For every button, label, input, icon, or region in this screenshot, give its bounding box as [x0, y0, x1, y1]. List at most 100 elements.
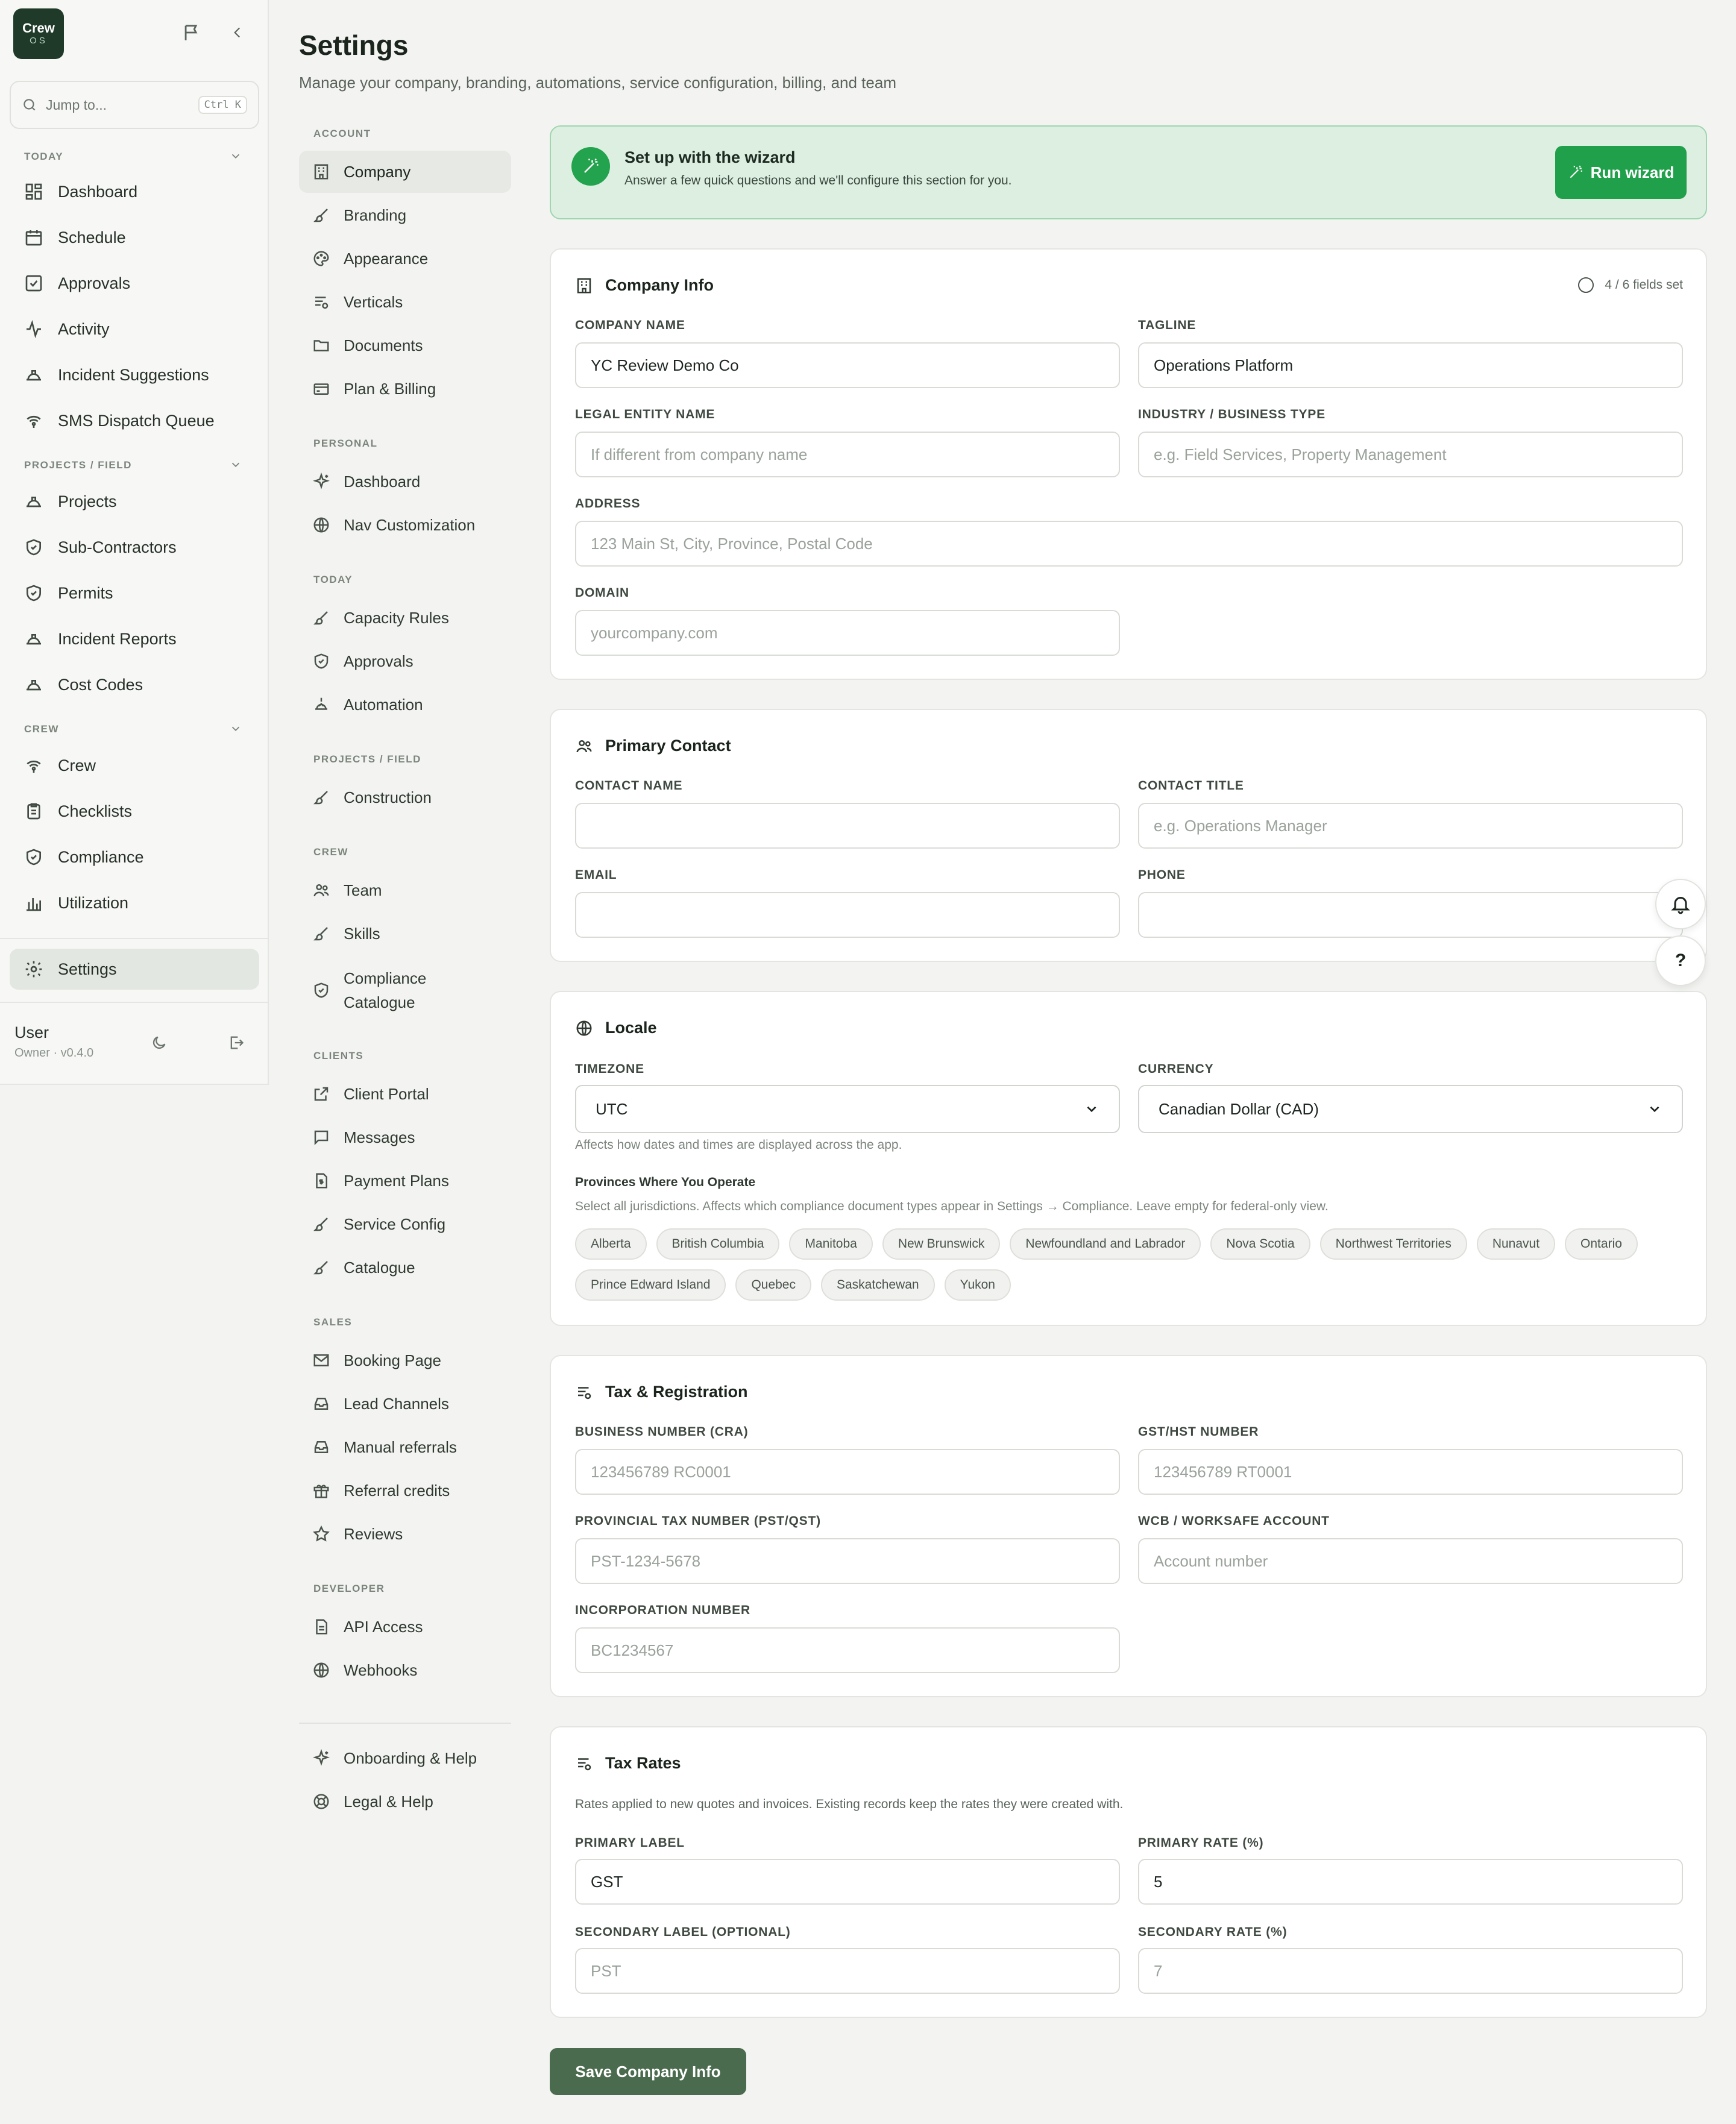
- settings-item-approvals[interactable]: Approvals: [299, 640, 511, 682]
- settings-item-lead-channels[interactable]: Lead Channels: [299, 1383, 511, 1425]
- sidebar-item-incident-suggestions[interactable]: Incident Suggestions: [10, 354, 259, 395]
- contact-name-input[interactable]: [575, 803, 1120, 849]
- settings-item-catalogue[interactable]: Catalogue: [299, 1246, 511, 1289]
- phone-field[interactable]: [1138, 892, 1683, 938]
- currency-select[interactable]: Canadian Dollar (CAD): [1138, 1085, 1683, 1133]
- settings-item-nav-customization[interactable]: Nav Customization: [299, 504, 511, 546]
- sidebar-item-approvals[interactable]: Approvals: [10, 263, 259, 304]
- app-logo[interactable]: Crew OS: [13, 8, 64, 59]
- save-company-info-button[interactable]: Save Company Info: [550, 2048, 746, 2095]
- contact-title-input[interactable]: [1138, 803, 1683, 849]
- province-chip-ontario[interactable]: Ontario: [1565, 1228, 1638, 1260]
- tagline-input[interactable]: [1138, 342, 1683, 388]
- province-chip-northwest-territories[interactable]: Northwest Territories: [1319, 1228, 1467, 1260]
- settings-item-webhooks[interactable]: Webhooks: [299, 1649, 511, 1691]
- settings-item-legal-help[interactable]: Legal & Help: [299, 1780, 511, 1823]
- timezone-select[interactable]: UTC: [575, 1085, 1120, 1133]
- secondary-label-input[interactable]: [575, 1948, 1120, 1994]
- province-chip-nova-scotia[interactable]: Nova Scotia: [1210, 1228, 1310, 1260]
- provincial-tax-input[interactable]: [575, 1538, 1120, 1584]
- sidebar-item-settings[interactable]: Settings: [10, 949, 259, 990]
- collapse-sidebar-chevron-left-icon[interactable]: [224, 19, 251, 46]
- sidebar-item-cost-codes[interactable]: Cost Codes: [10, 664, 259, 705]
- dark-mode-moon-icon[interactable]: [151, 1034, 168, 1051]
- jump-to-search[interactable]: Jump to... Ctrl K: [10, 81, 259, 129]
- legal-entity-input[interactable]: [575, 432, 1120, 477]
- settings-item-onboarding-help[interactable]: Onboarding & Help: [299, 1737, 511, 1779]
- province-chip-quebec[interactable]: Quebec: [735, 1269, 811, 1301]
- settings-item-booking-page[interactable]: Booking Page: [299, 1339, 511, 1381]
- province-chip-manitoba[interactable]: Manitoba: [789, 1228, 873, 1260]
- province-chip-new-brunswick[interactable]: New Brunswick: [882, 1228, 1001, 1260]
- address-label: ADDRESS: [575, 497, 641, 511]
- section-projects-chevron-down-icon[interactable]: [229, 458, 242, 471]
- settings-item-personal-dashboard[interactable]: Dashboard: [299, 460, 511, 503]
- settings-item-reviews[interactable]: Reviews: [299, 1513, 511, 1555]
- province-chip-yukon[interactable]: Yukon: [944, 1269, 1011, 1301]
- primary-rate-input[interactable]: [1138, 1859, 1683, 1905]
- settings-item-skills[interactable]: Skills: [299, 913, 511, 955]
- province-chip-prince-edward-island[interactable]: Prince Edward Island: [575, 1269, 726, 1301]
- settings-item-payment-plans[interactable]: Payment Plans: [299, 1160, 511, 1202]
- section-today-chevron-down-icon[interactable]: [229, 149, 242, 163]
- users-icon: [576, 740, 592, 752]
- address-input[interactable]: [575, 521, 1683, 567]
- sidebar-item-dashboard[interactable]: Dashboard: [10, 171, 259, 212]
- settings-item-referral-credits[interactable]: Referral credits: [299, 1469, 511, 1512]
- gst-hst-input[interactable]: [1138, 1449, 1683, 1495]
- sidebar-item-crew[interactable]: Crew: [10, 745, 259, 786]
- help-button[interactable]: ?: [1655, 935, 1706, 986]
- sidebar-item-checklists[interactable]: Checklists: [10, 791, 259, 832]
- wcb-input[interactable]: [1138, 1538, 1683, 1584]
- notifications-bell-button[interactable]: [1655, 879, 1706, 929]
- business-number-input[interactable]: [575, 1449, 1120, 1495]
- settings-item-automation[interactable]: Automation: [299, 683, 511, 726]
- sidebar-item-projects[interactable]: Projects: [10, 481, 259, 522]
- secondary-rate-input[interactable]: [1138, 1948, 1683, 1994]
- settings-item-company[interactable]: Company: [299, 151, 511, 193]
- settings-item-branding[interactable]: Branding: [299, 194, 511, 236]
- settings-item-api-access[interactable]: API Access: [299, 1606, 511, 1648]
- company-name-input[interactable]: [575, 342, 1120, 388]
- settings-item-client-portal[interactable]: Client Portal: [299, 1073, 511, 1115]
- feedback-flag-icon[interactable]: [178, 19, 205, 46]
- sidebar-item-compliance[interactable]: Compliance: [10, 837, 259, 878]
- province-chip-british-columbia[interactable]: British Columbia: [656, 1228, 780, 1260]
- sidebar-item-incident-reports[interactable]: Incident Reports: [10, 618, 259, 659]
- settings-item-documents[interactable]: Documents: [299, 324, 511, 366]
- email-field[interactable]: [575, 892, 1120, 938]
- gst-hst-label: GST/HST NUMBER: [1138, 1425, 1259, 1439]
- user-name: User: [14, 1023, 49, 1042]
- settings-item-manual-referrals[interactable]: Manual referrals: [299, 1426, 511, 1468]
- sidebar-item-permits[interactable]: Permits: [10, 573, 259, 614]
- province-chip-alberta[interactable]: Alberta: [575, 1228, 647, 1260]
- settings-item-plan-billing[interactable]: Plan & Billing: [299, 368, 511, 410]
- sidebar-item-utilization[interactable]: Utilization: [10, 882, 259, 923]
- broadcast-icon: [27, 760, 41, 773]
- settings-item-service-config[interactable]: Service Config: [299, 1203, 511, 1245]
- domain-label: DOMAIN: [575, 586, 629, 600]
- settings-item-team[interactable]: Team: [299, 869, 511, 911]
- sidebar-item-activity[interactable]: Activity: [10, 309, 259, 350]
- logout-icon[interactable]: [228, 1034, 245, 1051]
- domain-input[interactable]: [575, 610, 1120, 656]
- settings-item-messages[interactable]: Messages: [299, 1116, 511, 1158]
- province-chip-saskatchewan[interactable]: Saskatchewan: [821, 1269, 935, 1301]
- primary-label-input[interactable]: [575, 1859, 1120, 1905]
- settings-item-compliance-catalogue[interactable]: Compliance Catalogue: [299, 962, 511, 1019]
- inbox-icon: [314, 1441, 329, 1453]
- settings-item-construction[interactable]: Construction: [299, 776, 511, 818]
- incorporation-input[interactable]: [575, 1627, 1120, 1673]
- province-chip-newfoundland-labrador[interactable]: Newfoundland and Labrador: [1010, 1228, 1201, 1260]
- run-wizard-button[interactable]: Run wizard: [1555, 146, 1687, 199]
- settings-item-appearance[interactable]: Appearance: [299, 237, 511, 280]
- settings-item-verticals[interactable]: Verticals: [299, 281, 511, 323]
- sidebar-item-schedule[interactable]: Schedule: [10, 217, 259, 258]
- settings-item-capacity-rules[interactable]: Capacity Rules: [299, 597, 511, 639]
- automation-icon: [315, 697, 327, 710]
- sidebar-item-sub-contractors[interactable]: Sub-Contractors: [10, 527, 259, 568]
- industry-input[interactable]: [1138, 432, 1683, 477]
- province-chip-nunavut[interactable]: Nunavut: [1476, 1228, 1556, 1260]
- section-crew-chevron-down-icon[interactable]: [229, 722, 242, 735]
- sidebar-item-sms-dispatch-queue[interactable]: SMS Dispatch Queue: [10, 400, 259, 441]
